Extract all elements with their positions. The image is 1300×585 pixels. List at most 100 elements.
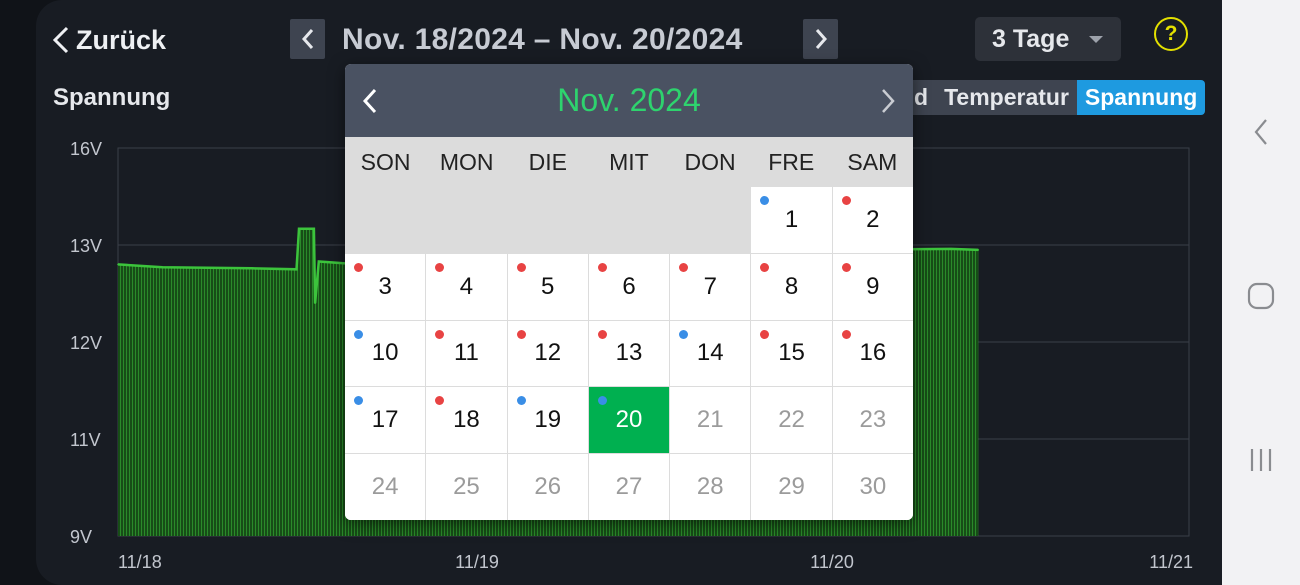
previous-range-button[interactable] [290,19,325,59]
y-tick-label: 12V [70,333,102,353]
chevron-right-icon [815,29,827,49]
y-tick-label: 11V [70,430,101,450]
calendar-day-label: 23 [859,406,887,434]
calendar-day[interactable]: 4 [426,253,507,320]
x-tick-label: 11/18 [118,552,162,572]
calendar-day[interactable]: 23 [832,387,913,454]
next-range-button[interactable] [803,19,838,59]
calendar-day[interactable]: 17 [345,387,426,454]
tab-spannung[interactable]: Spannung [1076,80,1206,115]
calendar-day[interactable]: 12 [507,320,588,387]
calendar-day-label: 30 [859,473,887,501]
system-back-button[interactable] [1222,112,1300,152]
day-status-dot [516,262,526,272]
calendar-header: Nov. 2024 [345,64,913,137]
day-status-dot [841,262,851,272]
calendar-day-label: 29 [778,473,805,501]
calendar-day[interactable]: 15 [751,320,832,387]
help-icon[interactable]: ? [1154,17,1188,51]
calendar-day-label: 27 [615,473,643,501]
calendar-day-label: 9 [866,272,880,300]
calendar-day[interactable]: 27 [588,454,670,520]
day-status-dot [354,262,363,272]
day-status-dot [679,329,689,339]
day-status-dot [516,329,526,339]
day-status-dot [597,262,607,272]
calendar-day-label: 26 [534,473,562,501]
calendar-day[interactable]: 20 [588,387,670,454]
section-title: Spannung [53,84,171,111]
period-label: 3 Tage [992,24,1070,53]
calendar-day-label: 20 [615,406,643,434]
calendar-day[interactable]: 26 [507,454,588,520]
calendar-day-label: 6 [622,272,636,300]
calendar-day-label: 3 [378,272,392,300]
calendar-day[interactable]: 5 [507,253,588,320]
calendar-day[interactable]: 16 [832,320,913,387]
calendar-day[interactable]: 6 [588,253,670,320]
calendar-day[interactable]: 21 [670,387,751,454]
date-range-label[interactable]: Nov. 18/2024 – Nov. 20/2024 [342,20,743,60]
calendar-empty-cell [426,187,507,253]
calendar-day[interactable]: 10 [345,320,426,387]
voltage-point [977,249,980,251]
day-status-dot [597,329,607,339]
calendar-day[interactable]: 18 [426,387,507,454]
calendar-day[interactable]: 30 [832,454,913,520]
calendar-empty-cell [345,187,426,253]
calendar-day-label: 8 [784,272,799,300]
day-status-dot [841,329,851,339]
system-recents-button[interactable] [1222,444,1300,476]
next-month-button[interactable] [875,86,901,116]
rounded-square-icon [1247,282,1275,310]
tab-temperatur[interactable]: Temperatur [936,80,1077,115]
calendar-day[interactable]: 19 [507,387,588,454]
y-tick-label: 9V [70,527,92,547]
period-select[interactable]: 3 Tage [975,17,1121,61]
system-nav-bar [1222,0,1300,585]
date-picker-popup: Nov. 2024 SON MON DIE MIT DON FRE SAM 12… [345,64,913,520]
app-window: 16V 13V 12V 11V 9V 11/18 11/19 11/20 11/21 Zurü… [0,0,1222,585]
calendar-day[interactable]: 9 [832,253,913,320]
calendar-empty-cell [670,187,751,253]
calendar-day-label: 21 [696,406,724,434]
back-button[interactable]: Zurück [52,22,166,58]
calendar-day[interactable]: 7 [670,253,751,320]
system-home-button[interactable] [1222,278,1300,314]
voltage-point [251,267,253,270]
calendar-day[interactable]: 22 [751,387,832,454]
voltage-point [318,260,320,263]
metric-tabs: d Temperatur Spannung [906,80,1206,115]
voltage-point [313,228,315,230]
calendar-day[interactable]: 29 [751,454,832,520]
chevron-left-icon [301,29,313,49]
weekday-label: SAM [847,149,898,175]
day-status-dot [841,196,851,205]
voltage-point [117,263,119,266]
calendar-day-label: 28 [696,473,724,501]
calendar-day[interactable]: 3 [345,253,426,320]
calendar-day[interactable]: 14 [670,320,751,387]
day-status-dot [435,396,445,406]
voltage-point [950,248,952,250]
calendar-day-label: 1 [784,205,799,233]
calendar-day[interactable]: 13 [588,320,670,387]
day-status-dot [354,329,363,339]
calendar-day[interactable]: 11 [426,320,507,387]
calendar-day[interactable]: 2 [832,187,913,253]
calendar-day-label: 7 [703,272,717,300]
caret-down-icon [1089,36,1103,43]
calendar-day[interactable]: 28 [670,454,751,520]
calendar-day[interactable]: 25 [426,454,507,520]
calendar-day-label: 14 [696,339,724,367]
day-status-dot [354,396,363,406]
calendar-day[interactable]: 1 [751,187,832,253]
calendar-day[interactable]: 8 [751,253,832,320]
calendar-day[interactable]: 24 [345,454,426,520]
calendar-day-label: 16 [859,339,887,367]
calendar-day-label: 12 [534,339,562,367]
calendar-day-label: 10 [371,339,399,367]
chevron-left-icon [1254,119,1267,145]
day-status-dot [760,196,770,205]
y-tick-label: 16V [70,139,102,159]
